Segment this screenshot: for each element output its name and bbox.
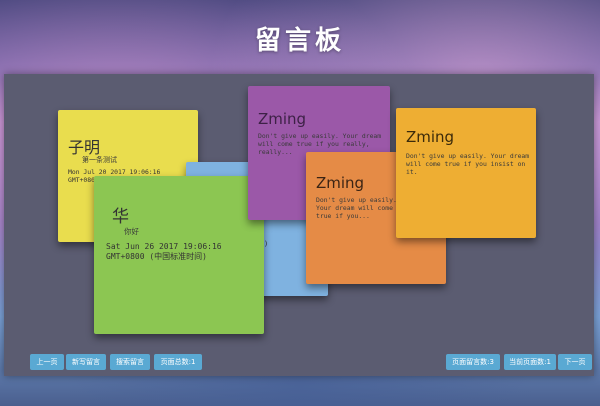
message-board: 子明 第一条测试 Mon Jul 20 2017 19:06:16 GMT+08… xyxy=(4,74,594,376)
note-author: Zming xyxy=(316,174,365,192)
search-note-button[interactable]: 搜索留言 xyxy=(110,354,150,370)
note-author: Zming xyxy=(258,110,307,128)
page-title: 留言板 xyxy=(254,26,345,56)
page-total-badge: 页面总数:1 xyxy=(154,354,202,370)
current-page-badge: 当前页面数:1 xyxy=(504,354,556,370)
note-time-line1: Sat Jun 26 2017 19:06:16 xyxy=(106,242,222,251)
note-message: 第一条测试 xyxy=(82,156,117,164)
note-message: Don't give up easily. Your dream will co… xyxy=(406,152,530,176)
note-orange-light[interactable]: Zming Don't give up easily. Your dream w… xyxy=(396,108,536,238)
note-green[interactable]: 华 你好 Sat Jun 26 2017 19:06:16 GMT+0800 (… xyxy=(94,176,264,334)
note-time-line2: GMT+0800 (中国标准时间) xyxy=(106,252,207,261)
note-author: 华 xyxy=(112,207,129,227)
prev-page-button[interactable]: 上一页 xyxy=(30,354,64,370)
note-message: 你好 xyxy=(124,227,139,236)
new-note-button[interactable]: 新写留言 xyxy=(66,354,106,370)
note-author: 子明 xyxy=(68,138,101,157)
note-message: Don't give up easily. Your dream will co… xyxy=(316,196,397,220)
next-page-button[interactable]: 下一页 xyxy=(558,354,592,370)
notes-per-page-badge: 页面留言数:3 xyxy=(446,354,500,370)
note-author: Zming xyxy=(406,128,455,146)
note-time-fragment: ) xyxy=(264,240,269,248)
note-time-line1: Mon Jul 20 2017 19:06:16 xyxy=(68,168,161,176)
